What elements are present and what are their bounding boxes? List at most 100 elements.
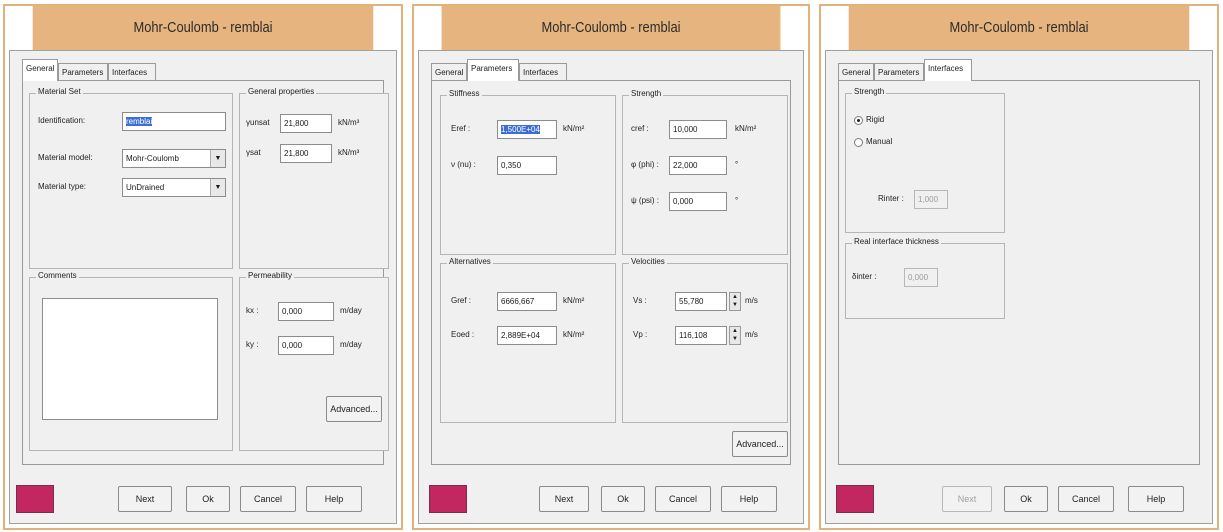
unit-label: ° [735,160,739,169]
kx-input[interactable]: 0,000 [278,302,334,321]
strength-group: Strength cref : 10,000 kN/m² φ (phi) : 2… [622,89,788,255]
tab-parameters[interactable]: Parameters [467,59,519,81]
eoed-input[interactable]: 2,889E+04 [497,326,557,345]
unit-label: kN/m³ [338,118,360,127]
tab-general[interactable]: General [838,63,874,81]
nu-label: ν (nu) : [451,160,476,169]
unit-label: kN/m² [563,296,585,305]
unit-label: m/s [745,296,758,305]
help-button[interactable]: Help [721,486,777,512]
dialog-body: General Parameters Interfaces Material S… [9,50,397,524]
tab-page-general: Material Set Identification: remblai Mat… [22,80,389,465]
alternatives-group: Alternatives Gref : 6666,667 kN/m² Eoed … [440,257,616,423]
dinter-input[interactable]: 0,000 [904,268,938,287]
next-button[interactable]: Next [118,486,172,512]
vp-input[interactable]: 116,108 [675,326,727,345]
rigid-radio[interactable] [854,116,863,125]
eref-input[interactable]: 1,500E+04 [497,120,557,139]
gamma-sat-input[interactable]: 21,800 [280,144,332,163]
dialog-body: General Parameters Interfaces Stiffness … [418,50,804,524]
material-model-select[interactable]: Mohr-Coulomb ▼ [122,149,226,168]
ky-label: ky : [246,340,259,349]
unit-label: kN/m² [563,124,585,133]
rinter-input[interactable]: 1,000 [914,190,948,209]
phi-label: φ (phi) : [631,160,659,169]
help-button[interactable]: Help [306,486,362,512]
material-type-label: Material type: [38,182,87,191]
gamma-unsat-input[interactable]: 21,800 [280,114,332,133]
phi-input[interactable]: 22,000 [669,156,727,175]
tab-interfaces[interactable]: Interfaces [519,63,567,81]
gref-label: Gref : [451,296,472,305]
window-title: Mohr-Coulomb - remblai [32,6,374,50]
chevron-down-icon[interactable]: ▼ [210,179,225,196]
unit-label: m/day [340,340,362,349]
tab-page-interfaces: Strength Rigid Manual Rinter : 1,000 Rea… [838,80,1200,465]
cref-input[interactable]: 10,000 [669,120,727,139]
ok-button[interactable]: Ok [1004,486,1048,512]
permeability-group: Permeability kx : 0,000 m/day ky : 0,000… [239,271,389,451]
vp-spinner[interactable]: ▲ ▼ [729,326,741,345]
vs-label: Vs : [633,296,647,305]
group-label: General properties [246,87,317,96]
dialog-body: General Parameters Interfaces Strength R… [825,50,1213,524]
rinter-label: Rinter : [878,194,904,203]
velocities-group: Velocities Vs : 55,780 ▲ ▼ m/s Vp : 116,1… [622,257,788,423]
cancel-button[interactable]: Cancel [1058,486,1114,512]
window-title: Mohr-Coulomb - remblai [441,6,781,50]
dinter-label: δinter : [852,272,877,281]
vp-label: Vp : [633,330,648,339]
tab-general[interactable]: General [22,59,58,81]
chevron-down-icon[interactable]: ▼ [210,150,225,167]
group-label: Strength [852,87,887,96]
cancel-button[interactable]: Cancel [240,486,296,512]
gamma-unsat-label: γunsat [246,118,270,127]
window-title: Mohr-Coulomb - remblai [848,6,1190,50]
material-model-label: Material model: [38,153,93,162]
tab-interfaces[interactable]: Interfaces [924,59,972,81]
comments-textarea[interactable] [42,298,218,420]
material-type-select[interactable]: UnDrained ▼ [122,178,226,197]
rigid-label: Rigid [866,115,885,124]
gamma-sat-label: γsat [246,148,261,157]
group-label: Real interface thickness [852,237,941,246]
advanced-button[interactable]: Advanced... [326,396,382,422]
material-color-swatch[interactable] [836,485,874,513]
ok-button[interactable]: Ok [186,486,230,512]
nu-input[interactable]: 0,350 [497,156,557,175]
kx-label: kx : [246,306,259,315]
tab-general[interactable]: General [431,63,467,81]
group-label: Stiffness [447,89,482,98]
ok-button[interactable]: Ok [601,486,645,512]
next-button[interactable]: Next [539,486,589,512]
identification-input[interactable]: remblai [122,112,226,131]
dialog-general: Mohr-Coulomb - remblai General Parameter… [3,4,403,530]
group-label: Velocities [629,257,667,266]
psi-label: ψ (psi) : [631,196,659,205]
material-color-swatch[interactable] [16,485,54,513]
group-label: Permeability [246,271,295,280]
vs-input[interactable]: 55,780 [675,292,727,311]
tab-page-parameters: Stiffness Eref : 1,500E+04 kN/m² ν (nu) … [431,80,791,465]
tab-interfaces[interactable]: Interfaces [108,63,156,81]
identification-label: Identification: [38,116,86,125]
gref-input[interactable]: 6666,667 [497,292,557,311]
advanced-button[interactable]: Advanced... [732,431,788,457]
next-button[interactable]: Next [942,486,992,512]
stiffness-group: Stiffness Eref : 1,500E+04 kN/m² ν (nu) … [440,89,616,255]
eoed-label: Eoed : [451,330,475,339]
psi-input[interactable]: 0,000 [669,192,727,211]
comments-group: Comments [29,271,233,451]
tab-parameters[interactable]: Parameters [874,63,924,81]
tab-parameters[interactable]: Parameters [58,63,108,81]
ky-input[interactable]: 0,000 [278,336,334,355]
dialog-parameters: Mohr-Coulomb - remblai General Parameter… [412,4,810,530]
material-color-swatch[interactable] [429,485,467,513]
help-button[interactable]: Help [1128,486,1184,512]
manual-label: Manual [866,137,893,146]
cref-label: cref : [631,124,649,133]
manual-radio[interactable] [854,138,863,147]
cancel-button[interactable]: Cancel [655,486,711,512]
vs-spinner[interactable]: ▲ ▼ [729,292,741,311]
unit-label: kN/m² [735,124,757,133]
